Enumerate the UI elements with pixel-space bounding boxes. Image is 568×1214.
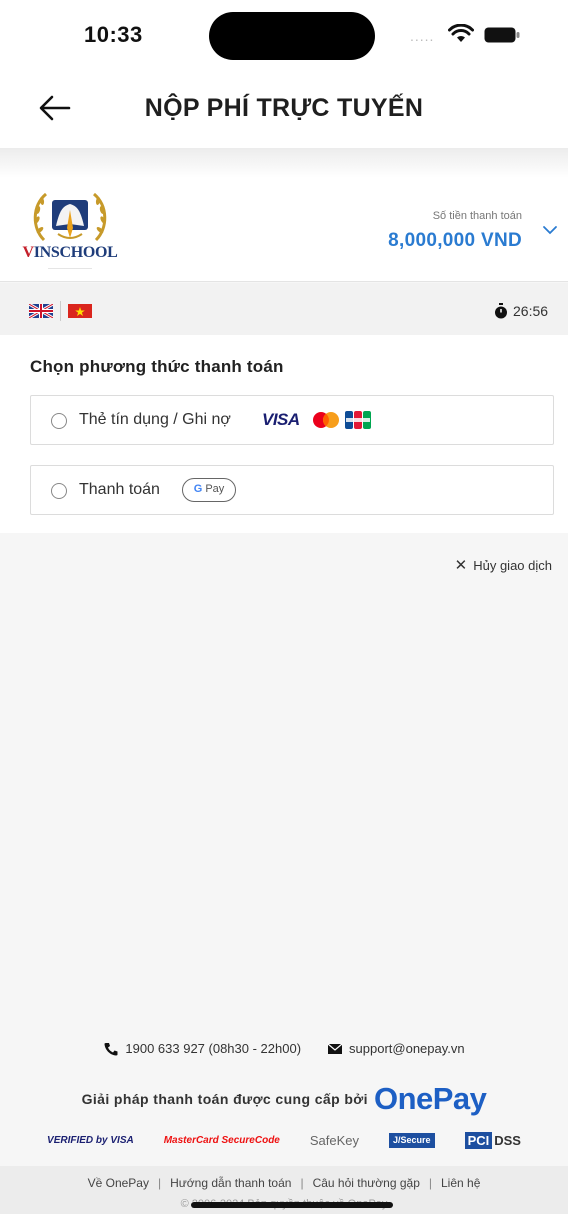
home-indicator[interactable] [191,1202,393,1208]
footer-link-about[interactable]: Về OnePay [88,1176,149,1190]
hotline-link[interactable]: 1900 633 927 (08h30 - 22h00) [103,1041,301,1056]
vietnam-flag-icon[interactable] [68,304,92,318]
contact-info: 1900 633 927 (08h30 - 22h00) support@one… [0,1041,568,1056]
flag-divider [60,301,61,321]
status-time: 10:33 [84,22,143,47]
mail-icon [327,1043,343,1054]
phone-icon [104,1042,118,1055]
merchant-header: VINSCHOOL ——————————— Số tiền thanh toán… [0,178,568,282]
merchant-logo: VINSCHOOL ——————————— [20,188,120,274]
battery-icon [484,27,520,43]
support-email-link[interactable]: support@onepay.vn [327,1041,465,1056]
gpay-option-label: Thanh toán [79,481,160,498]
jcb-logo-icon [345,411,371,429]
merchant-logo-text: VINSCHOOL [22,244,118,261]
security-badges: VERIFIED by VISA MasterCard SecureCode S… [0,1132,568,1149]
footer-link-guide[interactable]: Hướng dẫn thanh toán [170,1176,291,1190]
navigation-bar: NỘP PHÍ TRỰC TUYẾN [0,70,568,148]
laurel-emblem-icon [33,192,107,242]
mastercard-securecode-badge: MasterCard SecureCode [163,1134,280,1146]
card-radio-button[interactable] [51,413,67,429]
footer-link-faq[interactable]: Câu hỏi thường gặp [313,1176,420,1190]
payment-methods-panel: Chọn phương thức thanh toán Thẻ tín dụng… [0,335,568,533]
card-option-label: Thẻ tín dụng / Ghi nợ [79,411,231,428]
support-email-text: support@onepay.vn [349,1041,465,1056]
footer-separator: | [428,1176,432,1190]
onepay-logo: OnePay [373,1081,487,1116]
signal-icon: ..... [410,28,435,44]
card-payment-option[interactable]: Thẻ tín dụng / Ghi nợ VISA [30,395,554,445]
footer-link-contact[interactable]: Liên hệ [441,1176,480,1190]
footer-links: Về OnePay | Hướng dẫn thanh toán | Câu h… [0,1176,568,1190]
wifi-icon [448,24,474,42]
google-pay-badge-icon: G Pay [182,478,236,502]
dynamic-island [209,12,375,60]
verified-by-visa-badge: VERIFIED by VISA [47,1134,134,1146]
close-icon: ✕ [454,557,468,574]
payment-provider: Giải pháp thanh toán được cung cấp bởi O… [0,1081,568,1117]
footer-separator: | [157,1176,162,1190]
amount-label: Số tiền thanh toán [432,210,522,222]
hotline-text: 1900 633 927 (08h30 - 22h00) [125,1041,302,1056]
cancel-transaction-button[interactable]: ✕ Hủy giao dịch [455,556,552,574]
pci-dss-badge: PCI DSS [464,1132,521,1149]
english-flag-icon[interactable] [29,304,53,318]
amount-value: 8,000,000 VND [388,230,522,251]
visa-logo-icon: VISA [262,410,300,429]
nav-divider [0,148,568,178]
chevron-down-icon[interactable] [542,224,558,236]
cancel-transaction-label: Hủy giao dịch [473,558,552,573]
google-pay-option[interactable]: Thanh toán G Pay [30,465,554,515]
stopwatch-icon [495,303,507,319]
safekey-badge: SafeKey [309,1133,360,1148]
provider-text: Giải pháp thanh toán được cung cấp bởi [81,1091,368,1107]
footer-separator: | [300,1176,304,1190]
mastercard-logo-icon [313,412,339,428]
language-timer-bar: 26:56 [0,283,568,335]
session-timer: 26:56 [513,303,549,319]
logo-tagline: ——————————— [48,265,92,270]
payment-methods-title: Chọn phương thức thanh toán [30,357,284,376]
page-title: NỘP PHÍ TRỰC TUYẾN [144,94,424,122]
status-bar: 10:33 ..... [0,0,568,70]
jcb-secure-badge: J/Secure [389,1133,435,1148]
gpay-radio-button[interactable] [51,483,67,499]
